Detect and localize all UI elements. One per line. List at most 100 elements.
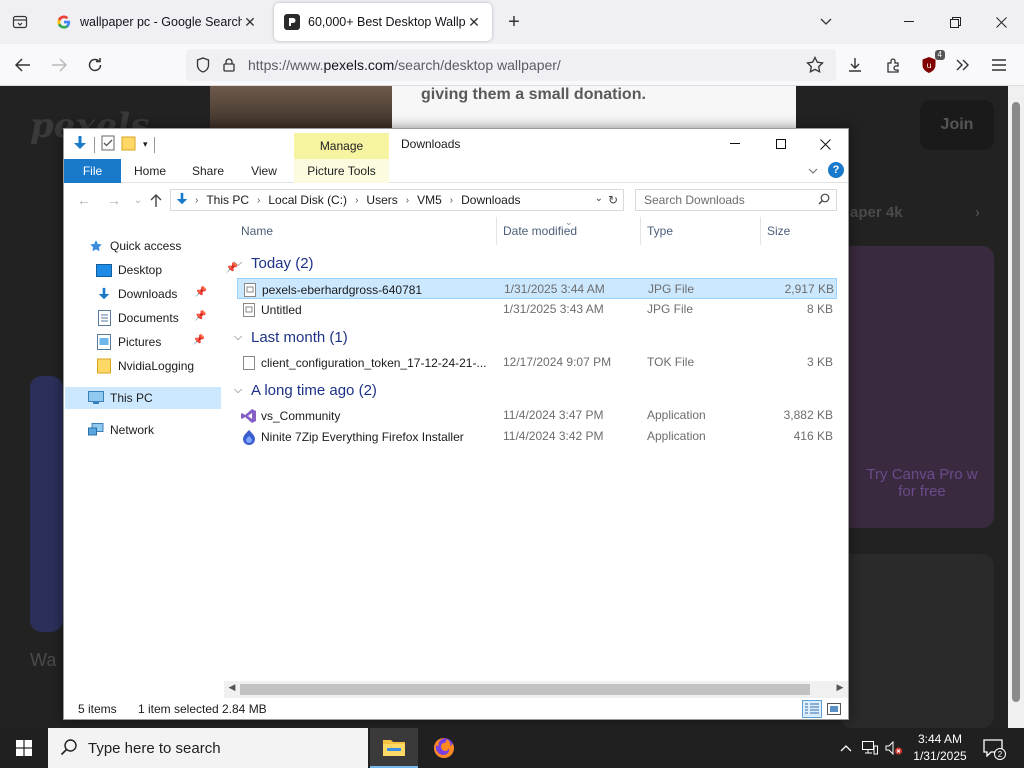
group-header-long-ago[interactable]: ⌵ A long time ago (2) bbox=[231, 378, 377, 402]
help-icon[interactable]: ? bbox=[828, 162, 844, 178]
photo-card[interactable] bbox=[30, 376, 63, 632]
extensions-icon[interactable] bbox=[880, 53, 906, 77]
breadcrumb-this-pc[interactable]: This PC bbox=[206, 193, 249, 207]
scrollbar-thumb[interactable] bbox=[240, 684, 810, 695]
chevron-down-icon[interactable] bbox=[814, 12, 838, 32]
large-icons-view-icon[interactable] bbox=[824, 700, 844, 718]
customize-dropdown-icon[interactable]: ▾ bbox=[143, 139, 148, 150]
search-icon[interactable] bbox=[818, 193, 830, 208]
nav-nvidialogging[interactable]: NvidiaLogging bbox=[96, 355, 194, 377]
bookmark-star-icon[interactable] bbox=[806, 56, 824, 74]
canva-ad-text[interactable]: Try Canva Pro w for free bbox=[852, 466, 992, 500]
taskbar-search-input[interactable]: Type here to search bbox=[48, 728, 368, 768]
nav-quick-access[interactable]: Quick access bbox=[88, 235, 181, 257]
firefox-taskbar-icon[interactable] bbox=[420, 728, 468, 768]
chevron-right-icon[interactable]: › bbox=[195, 195, 198, 206]
breadcrumb-vm5[interactable]: VM5 bbox=[417, 193, 442, 207]
chevron-right-icon[interactable]: › bbox=[450, 195, 453, 206]
column-header-name[interactable]: Name bbox=[235, 217, 497, 245]
file-row[interactable]: pexels-eberhardgross-640781 1/31/2025 3:… bbox=[237, 278, 837, 299]
tab-picture-tools[interactable]: Picture Tools bbox=[294, 159, 389, 183]
file-row[interactable]: Untitled 1/31/2025 3:43 AM JPG File 8 KB bbox=[237, 299, 837, 320]
chevron-right-icon[interactable]: › bbox=[406, 195, 409, 206]
chevron-up-icon[interactable] bbox=[836, 738, 856, 758]
more-tools-icon[interactable] bbox=[950, 53, 976, 77]
forward-arrow-icon[interactable] bbox=[46, 53, 72, 77]
chevron-down-icon[interactable]: ⌵ bbox=[231, 384, 245, 397]
horizontal-scrollbar[interactable]: ◀ ▶ bbox=[224, 681, 848, 698]
refresh-icon[interactable]: ↻ bbox=[605, 192, 621, 208]
manage-tab[interactable]: Manage bbox=[294, 133, 389, 159]
category-chip[interactable]: aper 4k bbox=[850, 204, 903, 221]
scroll-left-icon[interactable]: ◀ bbox=[224, 682, 240, 693]
notification-center-icon[interactable]: 2 bbox=[980, 736, 1006, 760]
nav-downloads[interactable]: Downloads 📌 bbox=[96, 283, 207, 305]
close-tab-icon[interactable]: ✕ bbox=[466, 14, 482, 30]
breadcrumb-local-disk[interactable]: Local Disk (C:) bbox=[268, 193, 347, 207]
details-view-icon[interactable] bbox=[802, 700, 822, 718]
tab-list-icon[interactable] bbox=[6, 10, 34, 34]
shield-icon[interactable] bbox=[194, 56, 212, 74]
tab-pexels[interactable]: 60,000+ Best Desktop Wallpaper ✕ bbox=[274, 3, 492, 41]
file-row[interactable]: client_configuration_token_17-12-24-21-.… bbox=[237, 352, 837, 373]
volume-muted-icon[interactable] bbox=[884, 738, 904, 758]
menu-icon[interactable] bbox=[986, 53, 1012, 77]
close-tab-icon[interactable]: ✕ bbox=[242, 14, 258, 30]
url-text[interactable]: https://www.pexels.com/search/desktop wa… bbox=[248, 57, 561, 73]
chevron-down-icon[interactable]: ⌵ bbox=[231, 331, 245, 344]
photo-card[interactable] bbox=[840, 554, 994, 728]
chevron-right-icon[interactable]: › bbox=[975, 204, 980, 221]
nav-network[interactable]: Network bbox=[88, 419, 154, 441]
back-arrow-icon[interactable] bbox=[10, 53, 36, 77]
file-row[interactable]: Ninite 7Zip Everything Firefox Installer… bbox=[237, 426, 837, 447]
chevron-down-icon[interactable]: ⌵ bbox=[231, 257, 245, 270]
pin-icon[interactable]: 📌 bbox=[194, 311, 206, 322]
download-arrow-icon[interactable] bbox=[72, 135, 88, 154]
tab-view[interactable]: View bbox=[236, 159, 292, 183]
chevron-right-icon[interactable]: › bbox=[355, 195, 358, 206]
mountain-photo[interactable] bbox=[210, 86, 392, 128]
pin-icon[interactable]: 📌 bbox=[195, 287, 207, 298]
minimize-icon[interactable] bbox=[886, 0, 932, 44]
properties-icon[interactable] bbox=[101, 135, 115, 154]
chevron-down-icon[interactable]: ⌄ bbox=[595, 193, 603, 204]
new-folder-icon[interactable] bbox=[121, 135, 137, 154]
tab-share[interactable]: Share bbox=[180, 159, 236, 183]
url-bar[interactable]: https://www.pexels.com/search/desktop wa… bbox=[186, 49, 836, 81]
up-arrow-icon[interactable] bbox=[146, 191, 166, 209]
pin-icon[interactable]: 📌 bbox=[193, 335, 205, 346]
lock-icon[interactable] bbox=[220, 56, 238, 74]
downloads-icon[interactable] bbox=[842, 53, 868, 77]
column-header-type[interactable]: Type bbox=[641, 217, 761, 245]
chevron-right-icon[interactable]: › bbox=[257, 195, 260, 206]
tab-home[interactable]: Home bbox=[122, 159, 178, 183]
file-row[interactable]: vs_Community 11/4/2024 3:47 PM Applicati… bbox=[237, 405, 837, 426]
maximize-icon[interactable] bbox=[758, 129, 804, 159]
address-bar[interactable]: › This PC › Local Disk (C:) › Users › VM… bbox=[170, 189, 624, 211]
explorer-title-bar[interactable]: ▾ Manage Downloads bbox=[64, 129, 848, 160]
file-explorer-taskbar-icon[interactable] bbox=[370, 728, 418, 768]
ublock-origin-icon[interactable]: u 4 bbox=[916, 50, 945, 77]
breadcrumb-downloads[interactable]: Downloads bbox=[461, 193, 520, 207]
restore-icon[interactable] bbox=[932, 0, 978, 44]
reload-icon[interactable] bbox=[82, 53, 108, 77]
close-icon[interactable] bbox=[802, 129, 848, 159]
scrollbar-thumb[interactable] bbox=[1012, 102, 1020, 702]
page-scrollbar[interactable] bbox=[1008, 86, 1024, 728]
column-header-date[interactable]: Date modified bbox=[497, 217, 641, 245]
group-header-today[interactable]: ⌵ Today (2) bbox=[231, 251, 314, 275]
column-header-size[interactable]: Size bbox=[761, 217, 839, 245]
network-status-icon[interactable] bbox=[860, 738, 880, 758]
close-icon[interactable] bbox=[978, 0, 1024, 44]
expand-ribbon-icon[interactable] bbox=[808, 163, 818, 177]
back-arrow-icon[interactable]: ← bbox=[74, 191, 94, 209]
tab-google-search[interactable]: wallpaper pc - Google Search ✕ bbox=[46, 3, 268, 41]
nav-desktop[interactable]: Desktop 📌 bbox=[96, 259, 238, 281]
new-tab-icon[interactable]: + bbox=[502, 10, 526, 34]
tab-file[interactable]: File bbox=[64, 159, 121, 183]
windows-start-icon[interactable] bbox=[0, 728, 48, 768]
group-header-last-month[interactable]: ⌵ Last month (1) bbox=[231, 325, 348, 349]
breadcrumb-users[interactable]: Users bbox=[366, 193, 397, 207]
search-input[interactable]: Search Downloads bbox=[635, 189, 837, 211]
minimize-icon[interactable] bbox=[712, 129, 758, 159]
